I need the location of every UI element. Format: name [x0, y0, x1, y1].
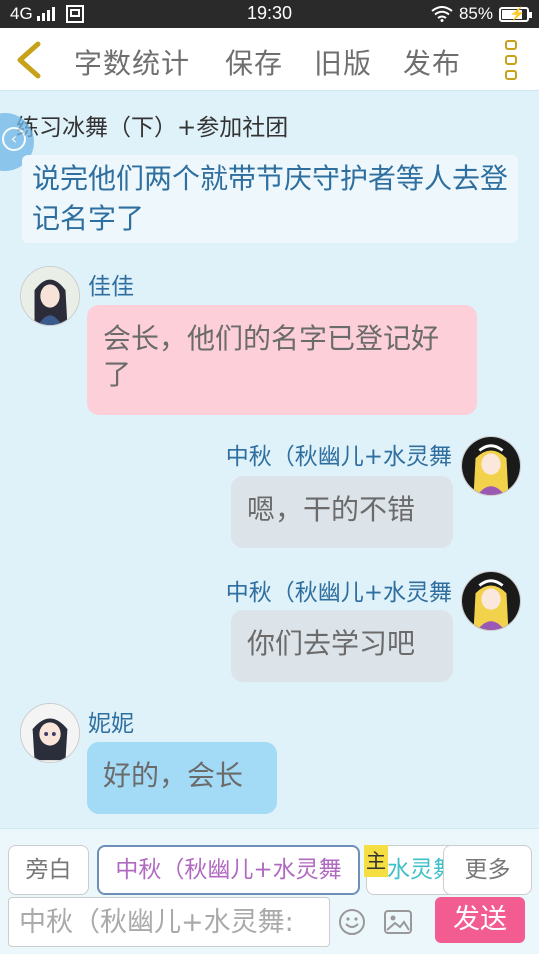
send-button[interactable]: 发送 [435, 897, 525, 943]
avatar-zhongqiu-image [462, 572, 520, 630]
avatar[interactable] [461, 571, 521, 631]
battery-percent: 85% [458, 4, 493, 23]
avatar-nini-image [21, 704, 79, 762]
sender-name: 妮妮 [88, 711, 134, 737]
avatar-jiajia-image [21, 267, 79, 325]
old-version-button[interactable]: 旧版 [314, 42, 372, 82]
publish-button[interactable]: 发布 [403, 42, 461, 82]
avatar-zhongqiu-image [462, 437, 520, 495]
word-count-button[interactable]: 字数统计 [74, 42, 190, 82]
narration-message[interactable]: 说完他们两个就带节庆守护者等人去登记名字了 [22, 155, 518, 243]
message-bubble[interactable]: 好的，会长 [87, 742, 277, 814]
status-right: 85% ⚡ [431, 4, 532, 24]
back-arrow-icon[interactable] [12, 40, 46, 80]
battery-icon: ⚡ [499, 5, 532, 22]
image-icon[interactable] [384, 909, 412, 935]
message-bubble[interactable]: 你们去学习吧 [231, 610, 453, 682]
message-input[interactable] [8, 897, 330, 947]
sender-name: 中秋（秋幽儿+水灵舞 [225, 580, 452, 606]
charging-icon: ⚡ [509, 5, 526, 21]
chevron-left-icon: ‹ [2, 127, 26, 151]
character-chip-selected[interactable]: 中秋（秋幽儿+水灵舞 [97, 845, 360, 895]
sender-name: 佳佳 [88, 274, 134, 300]
avatar[interactable] [20, 703, 80, 763]
save-button[interactable]: 保存 [225, 42, 283, 82]
more-button[interactable]: 更多 [443, 845, 532, 895]
avatar[interactable] [20, 266, 80, 326]
narration-chip[interactable]: 旁白 [8, 845, 89, 895]
top-toolbar: 字数统计 保存 旧版 发布 [0, 28, 539, 91]
main-character-badge: 主 [364, 845, 388, 877]
wifi-icon [431, 6, 453, 22]
status-bar: 4G 19:30 85% ⚡ [0, 0, 539, 28]
avatar[interactable] [461, 436, 521, 496]
composer-panel: 旁白 中秋（秋幽儿+水灵舞 水灵舞 主 更多 发送 [0, 828, 539, 954]
chat-area[interactable]: 练习冰舞（下）+参加社团 ‹ 说完他们两个就带节庆守护者等人去登记名字了 佳佳 … [0, 91, 539, 828]
sender-name: 中秋（秋幽儿+水灵舞 [225, 444, 452, 470]
message-bubble[interactable]: 嗯，干的不错 [231, 476, 453, 548]
chapter-title: 练习冰舞（下）+参加社团 [16, 115, 289, 141]
more-menu-icon[interactable] [505, 40, 519, 80]
message-bubble[interactable]: 会长，他们的名字已登记好了 [87, 305, 477, 415]
emoji-icon[interactable] [337, 907, 367, 937]
